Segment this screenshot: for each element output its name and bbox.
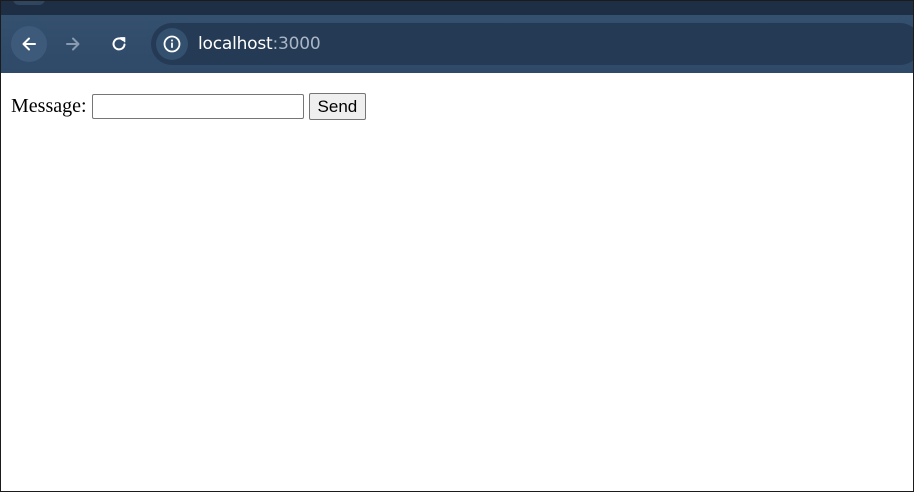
tab-strip bbox=[1, 1, 913, 15]
browser-toolbar: localhost:3000 bbox=[1, 15, 913, 73]
url-text[interactable]: localhost:3000 bbox=[198, 23, 321, 65]
url-host: localhost bbox=[198, 34, 273, 54]
message-input[interactable] bbox=[91, 94, 304, 119]
send-button[interactable]: Send bbox=[308, 93, 367, 120]
address-bar[interactable]: localhost:3000 bbox=[151, 23, 913, 65]
message-form: Message: Send bbox=[11, 93, 367, 120]
forward-button[interactable] bbox=[55, 26, 91, 62]
site-info-button[interactable] bbox=[156, 28, 188, 60]
url-port: :3000 bbox=[272, 34, 321, 54]
message-label: Message: bbox=[11, 95, 87, 117]
arrow-right-icon bbox=[66, 37, 80, 51]
reload-button[interactable] bbox=[101, 26, 137, 62]
info-icon bbox=[163, 35, 181, 53]
arrow-left-icon bbox=[22, 37, 36, 51]
browser-window: localhost:3000 Message: Send bbox=[0, 0, 914, 492]
reload-icon bbox=[112, 37, 126, 51]
back-button[interactable] bbox=[11, 26, 47, 62]
page-content: Message: Send bbox=[1, 73, 913, 491]
tab[interactable] bbox=[13, 1, 45, 5]
